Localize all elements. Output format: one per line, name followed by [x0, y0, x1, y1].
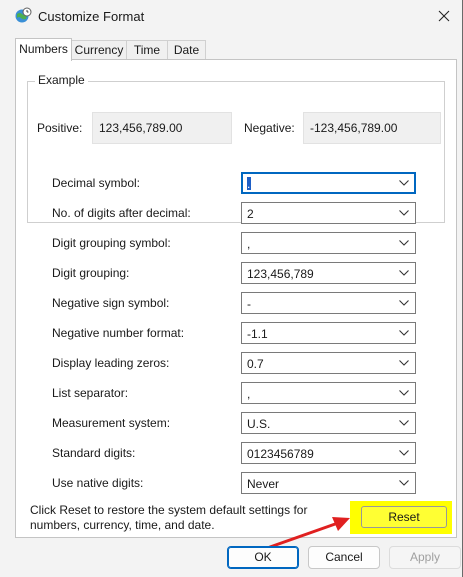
- negative-sign-symbol-value: -: [247, 297, 251, 311]
- list-separator-value: ,: [247, 387, 251, 401]
- apply-button[interactable]: Apply: [389, 546, 461, 569]
- chevron-down-icon[interactable]: [399, 210, 409, 216]
- negative-label: Negative:: [244, 121, 295, 135]
- positive-value: 123,456,789.00: [92, 112, 232, 144]
- positive-label: Positive:: [37, 121, 83, 135]
- list-separator-label: List separator:: [52, 386, 129, 400]
- use-native-digits-value: Never: [247, 477, 280, 491]
- chevron-down-icon[interactable]: [399, 300, 409, 306]
- tab-time[interactable]: Time: [126, 40, 168, 60]
- chevron-down-icon[interactable]: [399, 480, 409, 486]
- chevron-down-icon[interactable]: [399, 330, 409, 336]
- negative-number-format-value: -1.1: [247, 327, 268, 341]
- display-leading-zeros-value: 0.7: [247, 357, 264, 371]
- title-bar: Customize Format: [0, 0, 463, 32]
- digit-grouping-symbol-label: Digit grouping symbol:: [52, 236, 171, 250]
- digits-after-decimal-combo[interactable]: 2: [241, 202, 416, 224]
- list-separator-combo[interactable]: ,: [241, 382, 416, 404]
- chevron-down-icon[interactable]: [399, 360, 409, 366]
- negative-sign-symbol-label: Negative sign symbol:: [52, 296, 170, 310]
- digit-grouping-symbol-value: ,: [247, 237, 251, 251]
- use-native-digits-combo[interactable]: Never: [241, 472, 416, 494]
- negative-sign-symbol-combo[interactable]: -: [241, 292, 416, 314]
- window-title: Customize Format: [38, 9, 145, 24]
- tab-currency[interactable]: Currency: [71, 40, 127, 60]
- close-icon: [438, 10, 450, 22]
- chevron-down-icon[interactable]: [399, 270, 409, 276]
- use-native-digits-label: Use native digits:: [52, 476, 144, 490]
- digit-grouping-value: 123,456,789: [247, 267, 314, 281]
- negative-number-format-label: Negative number format:: [52, 326, 185, 340]
- annotation-arrow-icon: [268, 517, 350, 549]
- measurement-system-value: U.S.: [247, 417, 271, 431]
- reset-button[interactable]: Reset: [361, 506, 447, 528]
- tab-date[interactable]: Date: [167, 40, 206, 60]
- digit-grouping-label: Digit grouping:: [52, 266, 130, 280]
- chevron-down-icon[interactable]: [399, 390, 409, 396]
- standard-digits-label: Standard digits:: [52, 446, 136, 460]
- digits-after-decimal-label: No. of digits after decimal:: [52, 206, 191, 220]
- decimal-symbol-combo[interactable]: .: [241, 172, 416, 194]
- standard-digits-combo[interactable]: 0123456789: [241, 442, 416, 464]
- measurement-system-label: Measurement system:: [52, 416, 171, 430]
- chevron-down-icon[interactable]: [399, 420, 409, 426]
- chevron-down-icon[interactable]: [399, 450, 409, 456]
- globe-clock-icon: [14, 7, 32, 25]
- decimal-symbol-label: Decimal symbol:: [52, 176, 141, 190]
- digit-grouping-symbol-combo[interactable]: ,: [241, 232, 416, 254]
- display-leading-zeros-combo[interactable]: 0.7: [241, 352, 416, 374]
- digit-grouping-combo[interactable]: 123,456,789: [241, 262, 416, 284]
- example-group-label: Example: [35, 73, 88, 87]
- negative-number-format-combo[interactable]: -1.1: [241, 322, 416, 344]
- standard-digits-value: 0123456789: [247, 447, 314, 461]
- close-button[interactable]: [431, 3, 457, 29]
- display-leading-zeros-label: Display leading zeros:: [52, 356, 170, 370]
- decimal-symbol-value: .: [247, 177, 251, 191]
- digits-after-decimal-value: 2: [247, 207, 254, 221]
- negative-value: -123,456,789.00: [303, 112, 441, 144]
- cancel-button[interactable]: Cancel: [308, 546, 380, 569]
- tab-numbers[interactable]: Numbers: [15, 38, 72, 61]
- ok-button[interactable]: OK: [227, 546, 299, 569]
- measurement-system-combo[interactable]: U.S.: [241, 412, 416, 434]
- chevron-down-icon[interactable]: [399, 240, 409, 246]
- chevron-down-icon[interactable]: [399, 180, 409, 186]
